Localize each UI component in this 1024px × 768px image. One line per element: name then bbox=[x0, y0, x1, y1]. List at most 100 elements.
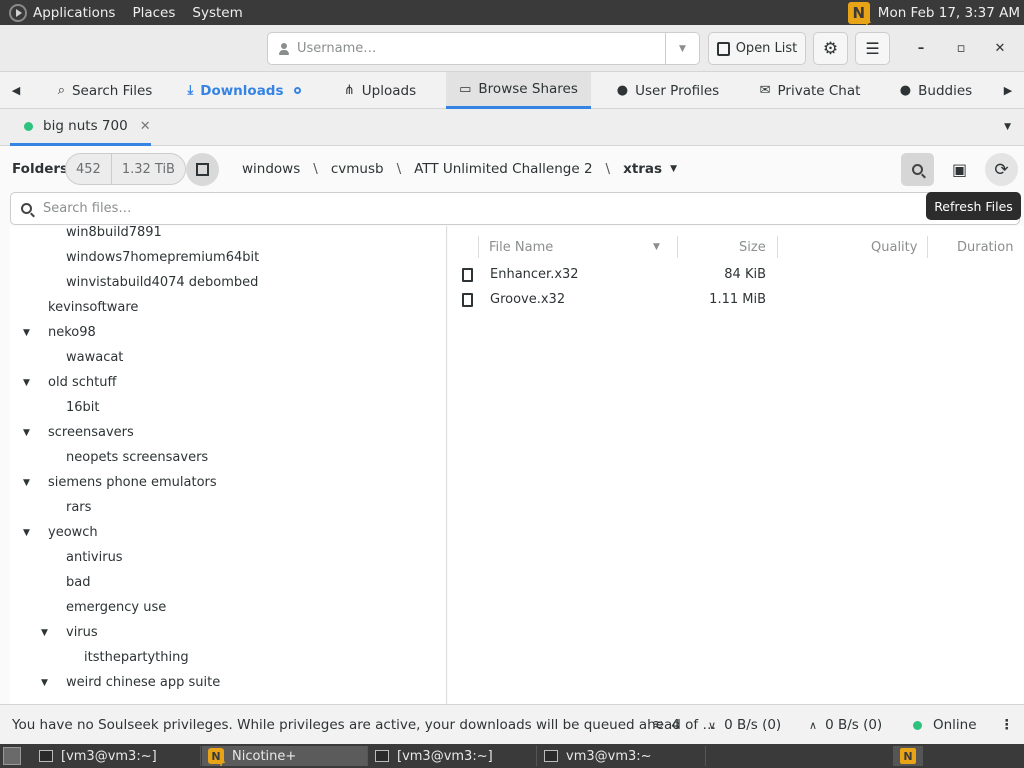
column-header-size[interactable]: Size bbox=[739, 234, 766, 260]
online-status-button[interactable]: Online bbox=[913, 717, 977, 733]
open-list-button[interactable]: Open List bbox=[708, 32, 806, 65]
nicotine-tray-icon: N bbox=[900, 748, 916, 764]
tree-row[interactable]: winvistabuild4074 debombed bbox=[10, 270, 446, 295]
tabs-scroll-right[interactable]: ▶ bbox=[995, 72, 1021, 109]
tree-row[interactable]: 16bit bbox=[10, 395, 446, 420]
breadcrumb-current[interactable]: xtras bbox=[623, 161, 662, 177]
tree-row[interactable]: ▼ siemens phone emulators bbox=[10, 470, 446, 495]
tree-row[interactable]: ▼ weird chinese app suite bbox=[10, 670, 446, 695]
refresh-files-button[interactable]: ⟳ bbox=[985, 153, 1018, 186]
tree-row[interactable]: neopets screensavers bbox=[10, 445, 446, 470]
breadcrumb-item[interactable]: ATT Unlimited Challenge 2 bbox=[414, 161, 592, 177]
tab-search-files[interactable]: ⌕ Search Files bbox=[35, 72, 175, 109]
column-header-file-name[interactable]: File Name bbox=[489, 234, 553, 260]
tree-row[interactable]: ▼ virus bbox=[10, 620, 446, 645]
taskbar-item-nicotine[interactable]: N Nicotine+ bbox=[202, 746, 368, 768]
tree-row[interactable]: ▼ yeowch bbox=[10, 520, 446, 545]
download-speed[interactable]: ∨ 0 B/s (0) bbox=[708, 717, 781, 733]
nicotine-tray-icon[interactable]: N bbox=[847, 1, 872, 29]
expander-icon[interactable]: ▼ bbox=[23, 470, 35, 495]
minimize-button[interactable]: – bbox=[908, 35, 934, 61]
expander-icon[interactable]: ▼ bbox=[23, 320, 35, 345]
file-list[interactable]: File Name ▼ Size Quality Duration Enhanc… bbox=[448, 226, 1024, 704]
chevron-down-icon[interactable]: ▼ bbox=[670, 164, 677, 177]
status-message: You have no Soulseek privileges. While p… bbox=[12, 717, 716, 733]
main-menu-button[interactable]: ☰ bbox=[855, 32, 890, 65]
tab-browse-shares[interactable]: ▭ Browse Shares bbox=[446, 72, 591, 109]
expander-icon[interactable]: ▼ bbox=[41, 670, 53, 695]
tree-row[interactable]: windows7homepremium64bit bbox=[10, 245, 446, 270]
breadcrumb-item[interactable]: cvmusb bbox=[331, 161, 384, 177]
sort-chevron-icon[interactable]: ▼ bbox=[653, 234, 660, 260]
taskbar-item-terminal-3[interactable]: vm3@vm3:~ bbox=[538, 746, 706, 766]
folder-icon: ▭ bbox=[459, 81, 472, 97]
tab-uploads[interactable]: ⋔ Uploads bbox=[330, 72, 430, 109]
tree-row[interactable]: win8build7891 bbox=[10, 226, 446, 245]
taskbar-item-terminal-1[interactable]: [vm3@vm3:~] bbox=[33, 746, 201, 766]
applications-menu-icon[interactable] bbox=[9, 3, 27, 22]
tree-row[interactable]: antivirus bbox=[10, 545, 446, 570]
open-list-label: Open List bbox=[735, 41, 798, 56]
expander-icon[interactable]: ▼ bbox=[23, 370, 35, 395]
search-files-field[interactable] bbox=[10, 192, 1020, 225]
tab-label: Browse Shares bbox=[478, 81, 578, 97]
maximize-button[interactable]: ▫ bbox=[948, 35, 974, 61]
folder-tree[interactable]: win8build7891 windows7homepremium64bit w… bbox=[10, 226, 447, 704]
clock[interactable]: Mon Feb 17, 3:37 AM bbox=[878, 5, 1020, 21]
search-files-input[interactable] bbox=[43, 201, 843, 216]
tree-row[interactable]: emergency use bbox=[10, 595, 446, 620]
tree-row[interactable]: ▼ old schtuff bbox=[10, 370, 446, 395]
tabs-scroll-left[interactable]: ◀ bbox=[3, 72, 29, 109]
activity-indicator-icon bbox=[293, 87, 301, 94]
tree-row[interactable]: bad bbox=[10, 570, 446, 595]
tab-label: Search Files bbox=[71, 82, 153, 99]
expander-icon[interactable]: ▼ bbox=[23, 420, 35, 445]
tree-row[interactable]: itsthepartything bbox=[10, 645, 446, 670]
collapse-folders-button[interactable] bbox=[186, 153, 219, 186]
search-toggle-button[interactable] bbox=[901, 153, 934, 186]
tab-downloads[interactable]: ⤓ Downloads bbox=[178, 72, 310, 109]
tree-row[interactable]: ▼ screensavers bbox=[10, 420, 446, 445]
menu-system[interactable]: System bbox=[192, 5, 242, 21]
username-field[interactable]: Username… bbox=[268, 33, 665, 64]
menu-places[interactable]: Places bbox=[132, 5, 175, 21]
folder-count: 452 bbox=[66, 154, 112, 184]
status-menu-icon[interactable]: ⋮ bbox=[1000, 717, 1014, 733]
show-desktop-icon[interactable] bbox=[3, 747, 21, 765]
close-button[interactable]: ✕ bbox=[987, 35, 1013, 61]
tray-nicotine[interactable]: N bbox=[893, 746, 923, 766]
tree-row[interactable]: wawacat bbox=[10, 345, 446, 370]
breadcrumb-item[interactable]: windows bbox=[242, 161, 300, 177]
username-dropdown-button[interactable]: ▼ bbox=[665, 33, 699, 64]
tabs-menu-chevron-icon[interactable]: ▼ bbox=[1004, 122, 1011, 132]
buddies-icon: ● bbox=[899, 83, 912, 98]
file-row[interactable]: Enhancer.x32 84 KiB bbox=[448, 263, 1024, 288]
tab-user-profiles[interactable]: ● User Profiles bbox=[606, 72, 730, 109]
close-tab-icon[interactable]: ✕ bbox=[140, 119, 151, 134]
user-tab-big-nuts-700[interactable]: big nuts 700 ✕ bbox=[10, 109, 151, 146]
terminal-icon bbox=[39, 750, 53, 762]
folders-label: Folders bbox=[12, 161, 69, 177]
tree-row[interactable]: ▼ neko98 bbox=[10, 320, 446, 345]
connections-indicator[interactable]: ≋ 4 bbox=[652, 717, 680, 733]
settings-button[interactable]: ⚙ bbox=[813, 32, 848, 65]
column-header-quality[interactable]: Quality bbox=[871, 234, 917, 260]
minimize-icon: – bbox=[917, 40, 925, 56]
expander-icon[interactable]: ▼ bbox=[23, 520, 35, 545]
connections-count: 4 bbox=[671, 717, 680, 733]
tree-label: antivirus bbox=[66, 550, 123, 565]
taskbar-item-terminal-2[interactable]: [vm3@vm3:~] bbox=[369, 746, 537, 766]
upload-speed[interactable]: ∧ 0 B/s (0) bbox=[809, 717, 882, 733]
breadcrumb: windows \ cvmusb \ ATT Unlimited Challen… bbox=[242, 161, 690, 177]
file-row[interactable]: Groove.x32 1.11 MiB bbox=[448, 288, 1024, 313]
tab-buddies[interactable]: ● Buddies bbox=[888, 72, 984, 109]
mail-icon: ✉ bbox=[759, 83, 771, 98]
username-combo[interactable]: Username… ▼ bbox=[267, 32, 700, 65]
tree-row[interactable]: rars bbox=[10, 495, 446, 520]
tree-row[interactable]: kevinsoftware bbox=[10, 295, 446, 320]
column-header-duration[interactable]: Duration bbox=[957, 234, 1013, 260]
menu-applications[interactable]: Applications bbox=[33, 5, 115, 21]
tab-private-chat[interactable]: ✉ Private Chat bbox=[748, 72, 872, 109]
expander-icon[interactable]: ▼ bbox=[41, 620, 53, 645]
save-list-button[interactable]: ▣ bbox=[943, 153, 976, 186]
